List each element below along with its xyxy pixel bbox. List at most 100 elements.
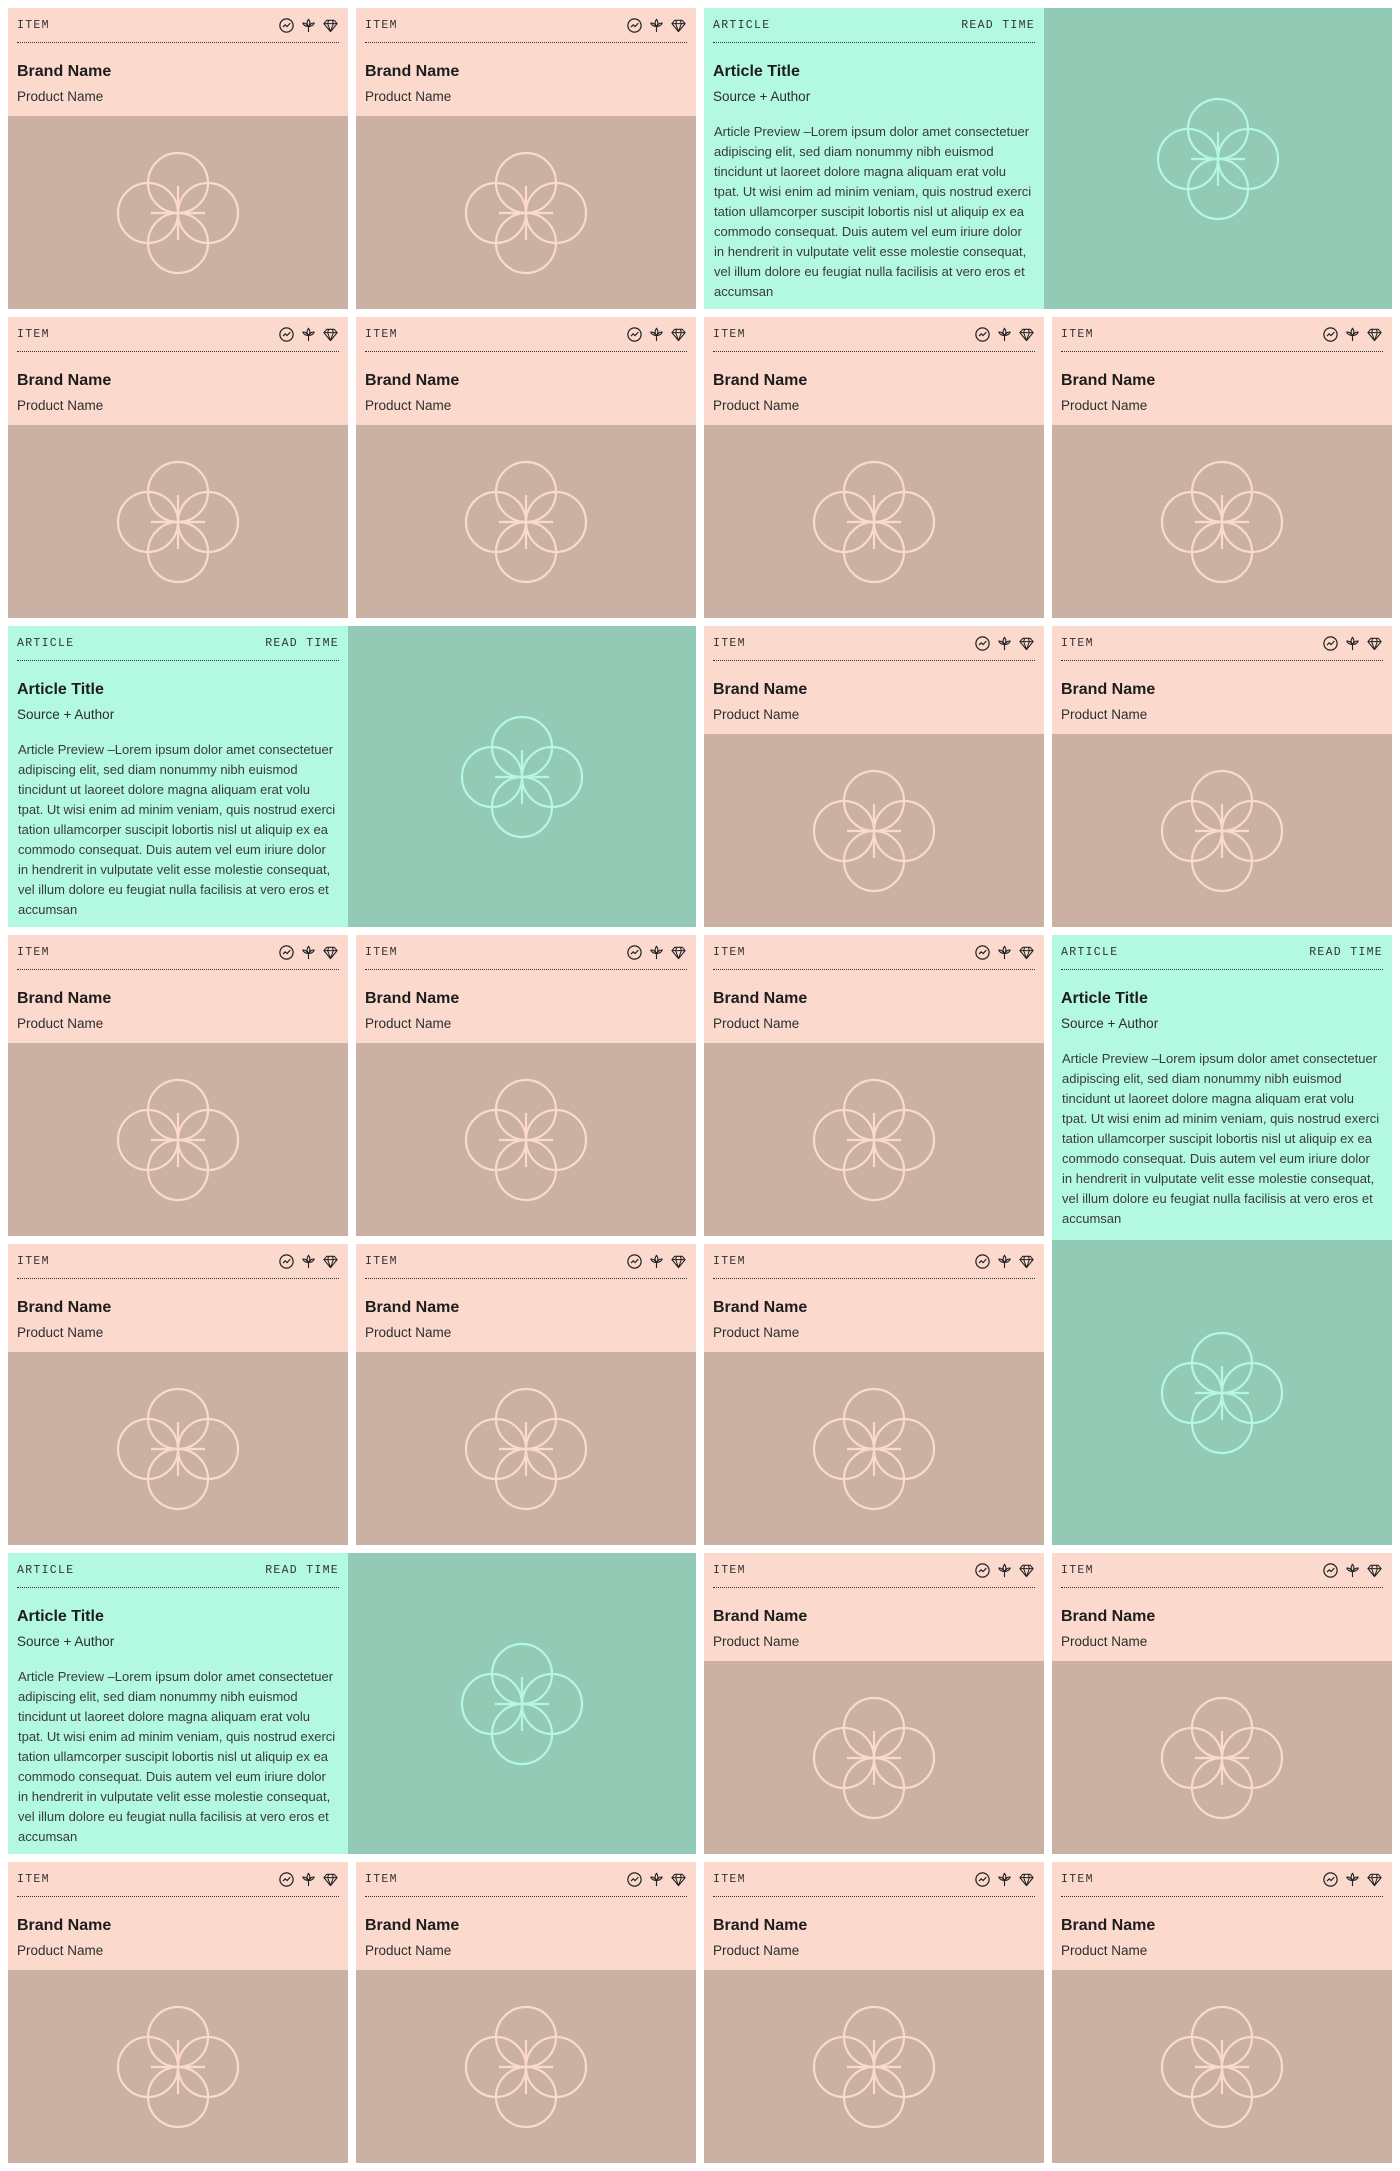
diamond-icon[interactable] xyxy=(1018,1562,1035,1579)
item-card[interactable]: ITEM Brand Name Product Name xyxy=(704,1862,1044,2163)
item-tag: ITEM xyxy=(1061,1872,1094,1886)
plant-icon[interactable] xyxy=(300,1871,317,1888)
card-header: ITEM xyxy=(365,935,687,970)
item-card[interactable]: ITEM Brand Name Product Name xyxy=(704,1553,1044,1854)
plant-icon[interactable] xyxy=(1344,326,1361,343)
check-circle-icon[interactable] xyxy=(626,326,643,343)
item-card[interactable]: ITEM Brand Name Product Name xyxy=(356,1862,696,2163)
check-circle-icon[interactable] xyxy=(278,17,295,34)
diamond-icon[interactable] xyxy=(1366,635,1383,652)
plant-icon[interactable] xyxy=(996,635,1013,652)
diamond-icon[interactable] xyxy=(670,944,687,961)
item-card[interactable]: ITEM Brand Name Product Name xyxy=(1052,317,1392,618)
check-circle-icon[interactable] xyxy=(626,944,643,961)
diamond-icon[interactable] xyxy=(322,326,339,343)
article-card[interactable]: ARTICLE READ TIME Article Title Source +… xyxy=(8,626,696,927)
plant-icon[interactable] xyxy=(996,1871,1013,1888)
item-card[interactable]: ITEM Brand Name Product Name xyxy=(8,1244,348,1545)
check-circle-icon[interactable] xyxy=(974,326,991,343)
brand-name: Brand Name xyxy=(713,990,808,1007)
plant-icon[interactable] xyxy=(300,944,317,961)
brand-name: Brand Name xyxy=(365,63,460,80)
item-card[interactable]: ITEM Brand Name Product Name xyxy=(8,1862,348,2163)
check-circle-icon[interactable] xyxy=(278,1871,295,1888)
diamond-icon[interactable] xyxy=(1366,1562,1383,1579)
item-image xyxy=(356,1352,696,1545)
article-info-panel: ARTICLE READ TIME Article Title Source +… xyxy=(704,8,1044,309)
plant-icon[interactable] xyxy=(996,1253,1013,1270)
brand-name: Brand Name xyxy=(713,1608,808,1625)
plant-icon[interactable] xyxy=(1344,1871,1361,1888)
item-card[interactable]: ITEM Brand Name Product Name xyxy=(704,317,1044,618)
diamond-icon[interactable] xyxy=(322,1871,339,1888)
plant-icon[interactable] xyxy=(300,326,317,343)
check-circle-icon[interactable] xyxy=(1322,1871,1339,1888)
diamond-icon[interactable] xyxy=(1018,326,1035,343)
check-circle-icon[interactable] xyxy=(278,944,295,961)
check-circle-icon[interactable] xyxy=(626,17,643,34)
card-action-icons xyxy=(626,326,687,343)
plant-icon[interactable] xyxy=(648,1253,665,1270)
check-circle-icon[interactable] xyxy=(974,1871,991,1888)
article-card[interactable]: ARTICLE READ TIME Article Title Source +… xyxy=(704,8,1392,309)
plant-icon[interactable] xyxy=(300,17,317,34)
diamond-icon[interactable] xyxy=(322,17,339,34)
item-card[interactable]: ITEM Brand Name Product Name xyxy=(8,935,348,1236)
item-card[interactable]: ITEM Brand Name Product Name xyxy=(356,317,696,618)
plant-icon[interactable] xyxy=(996,326,1013,343)
diamond-icon[interactable] xyxy=(670,326,687,343)
plant-icon[interactable] xyxy=(648,1871,665,1888)
plant-icon[interactable] xyxy=(1344,1562,1361,1579)
check-circle-icon[interactable] xyxy=(1322,326,1339,343)
plant-icon[interactable] xyxy=(648,17,665,34)
diamond-icon[interactable] xyxy=(1018,944,1035,961)
article-card[interactable]: ARTICLE READ TIME Article Title Source +… xyxy=(1052,935,1392,1545)
check-circle-icon[interactable] xyxy=(974,1253,991,1270)
check-circle-icon[interactable] xyxy=(626,1871,643,1888)
check-circle-icon[interactable] xyxy=(278,326,295,343)
plant-icon[interactable] xyxy=(996,1562,1013,1579)
item-card[interactable]: ITEM Brand Name Product Name xyxy=(356,1244,696,1545)
item-card[interactable]: ITEM Brand Name Product Name xyxy=(356,935,696,1236)
check-circle-icon[interactable] xyxy=(1322,635,1339,652)
product-name: Product Name xyxy=(1061,707,1148,722)
diamond-icon[interactable] xyxy=(1018,1871,1035,1888)
product-name: Product Name xyxy=(17,1325,104,1340)
item-card[interactable]: ITEM Brand Name Product Name xyxy=(704,935,1044,1236)
brand-name: Brand Name xyxy=(1061,1917,1156,1934)
article-info-panel: ARTICLE READ TIME Article Title Source +… xyxy=(8,626,348,927)
diamond-icon[interactable] xyxy=(670,1871,687,1888)
diamond-icon[interactable] xyxy=(670,1253,687,1270)
check-circle-icon[interactable] xyxy=(974,635,991,652)
diamond-icon[interactable] xyxy=(1018,1253,1035,1270)
diamond-icon[interactable] xyxy=(1366,326,1383,343)
item-card[interactable]: ITEM Brand Name Product Name xyxy=(8,317,348,618)
plant-icon[interactable] xyxy=(996,944,1013,961)
item-card[interactable]: ITEM Brand Name Product Name xyxy=(356,8,696,309)
plant-icon[interactable] xyxy=(648,944,665,961)
item-card[interactable]: ITEM Brand Name Product Name xyxy=(704,626,1044,927)
item-card[interactable]: ITEM Brand Name Product Name xyxy=(1052,1553,1392,1854)
brand-name: Brand Name xyxy=(365,1917,460,1934)
article-card[interactable]: ARTICLE READ TIME Article Title Source +… xyxy=(8,1553,696,1854)
diamond-icon[interactable] xyxy=(322,944,339,961)
flower-logo-icon xyxy=(812,1078,936,1201)
plant-icon[interactable] xyxy=(300,1253,317,1270)
item-card[interactable]: ITEM Brand Name Product Name xyxy=(1052,1862,1392,2163)
item-card[interactable]: ITEM Brand Name Product Name xyxy=(1052,626,1392,927)
item-image xyxy=(704,425,1044,618)
article-image xyxy=(1044,8,1392,309)
plant-icon[interactable] xyxy=(1344,635,1361,652)
check-circle-icon[interactable] xyxy=(1322,1562,1339,1579)
plant-icon[interactable] xyxy=(648,326,665,343)
item-card[interactable]: ITEM Brand Name Product Name xyxy=(704,1244,1044,1545)
diamond-icon[interactable] xyxy=(322,1253,339,1270)
diamond-icon[interactable] xyxy=(1366,1871,1383,1888)
diamond-icon[interactable] xyxy=(670,17,687,34)
check-circle-icon[interactable] xyxy=(278,1253,295,1270)
item-card[interactable]: ITEM Brand Name Product Name xyxy=(8,8,348,309)
diamond-icon[interactable] xyxy=(1018,635,1035,652)
check-circle-icon[interactable] xyxy=(626,1253,643,1270)
check-circle-icon[interactable] xyxy=(974,1562,991,1579)
check-circle-icon[interactable] xyxy=(974,944,991,961)
